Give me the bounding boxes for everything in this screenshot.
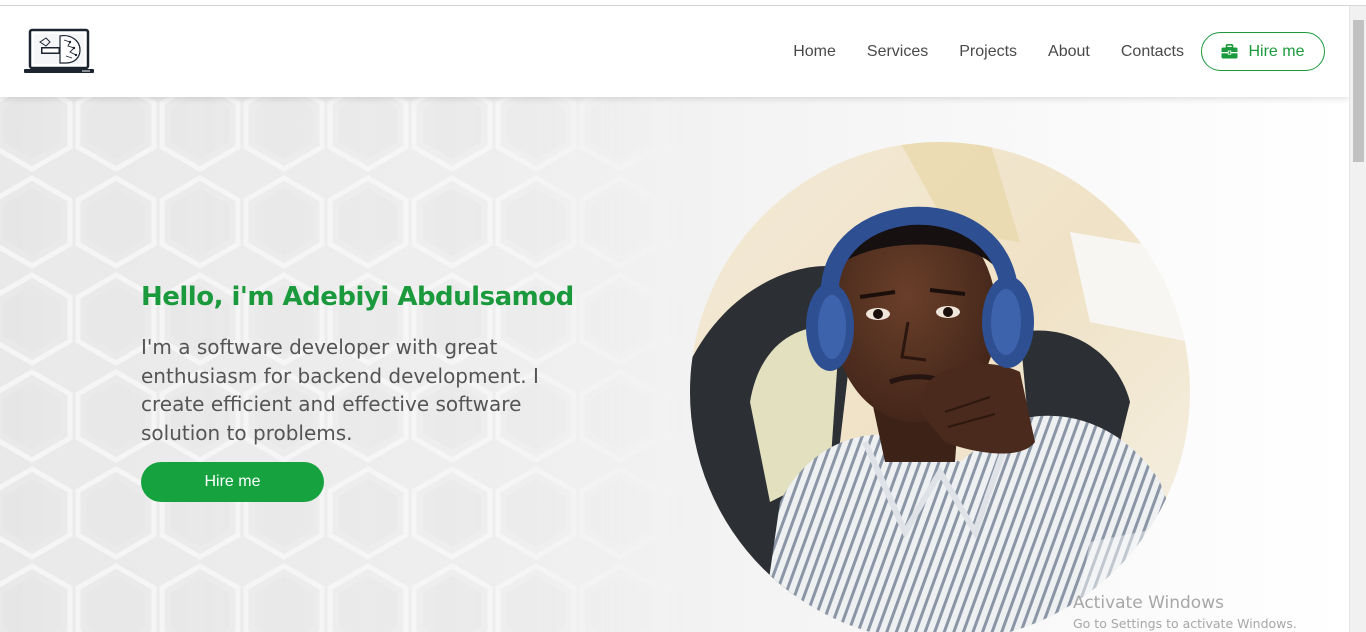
- laptop-logo-icon: [24, 28, 94, 73]
- watermark-title: Activate Windows: [1073, 593, 1224, 613]
- hire-me-nav-button[interactable]: Hire me: [1201, 32, 1325, 71]
- site-logo[interactable]: [24, 28, 94, 76]
- hero-description: I'm a software developer with great enth…: [141, 335, 539, 445]
- hire-me-nav-label: Hire me: [1248, 42, 1305, 60]
- navbar: Home Services Projects About Contacts Hi…: [0, 6, 1349, 97]
- nav-home[interactable]: Home: [793, 43, 836, 61]
- profile-photo: [690, 142, 1190, 632]
- briefcase-icon: [1221, 44, 1238, 59]
- nav-projects[interactable]: Projects: [959, 43, 1017, 61]
- hire-me-hero-button[interactable]: Hire me: [141, 462, 324, 502]
- nav-contacts[interactable]: Contacts: [1121, 43, 1184, 61]
- nav-services[interactable]: Services: [867, 43, 928, 61]
- nav-about[interactable]: About: [1048, 43, 1090, 61]
- scrollbar-thumb[interactable]: [1353, 20, 1364, 162]
- person-with-headphones-illustration: [690, 142, 1190, 632]
- main-nav: Home Services Projects About Contacts: [793, 6, 1184, 97]
- hero-section: Hello, i'm Adebiyi Abdulsamod I'm a soft…: [0, 97, 1349, 632]
- watermark-subtitle: Go to Settings to activate Windows.: [1073, 616, 1297, 631]
- page-scrollbar[interactable]: [1349, 6, 1366, 632]
- windows-activation-watermark: Activate Windows Go to Settings to activ…: [1073, 592, 1297, 632]
- hero-title: Hello, i'm Adebiyi Abdulsamod: [141, 282, 574, 312]
